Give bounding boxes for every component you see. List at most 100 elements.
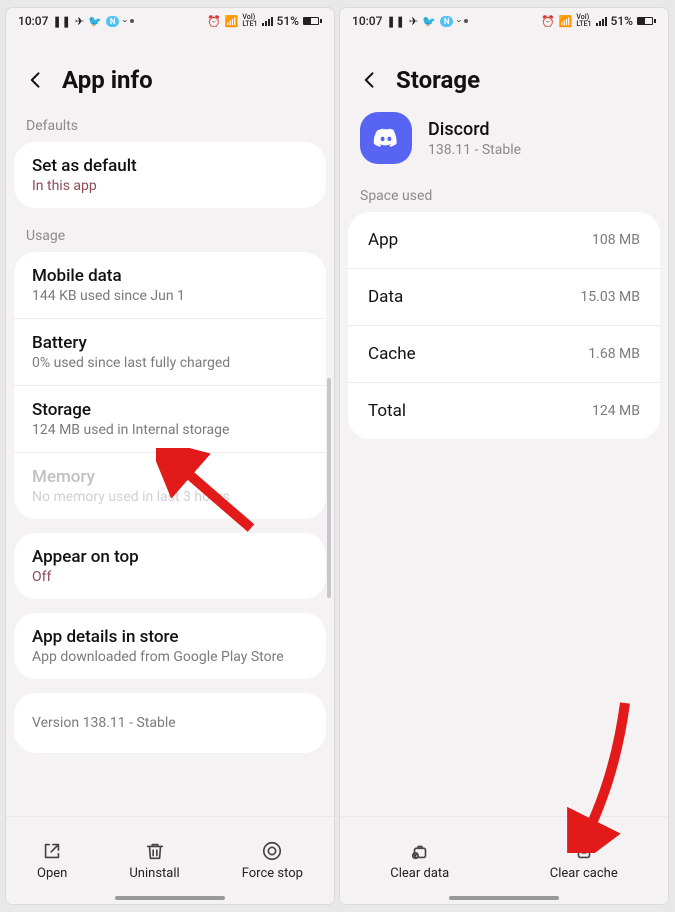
scroll-indicator[interactable] bbox=[327, 378, 331, 598]
appear-on-top-sub: Off bbox=[32, 569, 308, 585]
status-battery-pct: 51% bbox=[611, 14, 633, 28]
twitter-icon: 🐦 bbox=[88, 15, 102, 28]
twitter-icon: 🐦 bbox=[422, 15, 436, 28]
uninstall-label: Uninstall bbox=[129, 866, 179, 881]
app-size-row: App 108 MB bbox=[348, 212, 660, 268]
force-stop-label: Force stop bbox=[242, 866, 303, 881]
status-bar: 10:07 ❚❚ ✈ 🐦 N › ⏰ 📶 VoI)LTE1 51% bbox=[6, 8, 334, 34]
nav-pill[interactable] bbox=[115, 896, 225, 900]
storage-sub: 124 MB used in Internal storage bbox=[32, 422, 308, 438]
storage-screen: 10:07 ❚❚ ✈ 🐦 N › ⏰ 📶 VoI)LTE1 51% Storag… bbox=[340, 8, 668, 904]
cache-size-key: Cache bbox=[368, 344, 416, 364]
alarm-icon: ⏰ bbox=[541, 15, 555, 28]
data-size-key: Data bbox=[368, 287, 403, 307]
app-details-sub: App downloaded from Google Play Store bbox=[32, 649, 308, 665]
cache-size-val: 1.68 MB bbox=[588, 346, 640, 362]
memory-row[interactable]: Memory No memory used in last 3 hours bbox=[14, 452, 326, 519]
open-label: Open bbox=[37, 866, 67, 881]
volte-icon: VoI)LTE1 bbox=[576, 14, 591, 28]
version-card: Version 138.11 - Stable bbox=[14, 693, 326, 753]
battery-row[interactable]: Battery 0% used since last fully charged bbox=[14, 318, 326, 385]
total-size-key: Total bbox=[368, 401, 406, 421]
back-arrow-icon bbox=[26, 70, 46, 90]
wifi-icon: 📶 bbox=[225, 15, 239, 28]
clear-data-icon bbox=[409, 840, 431, 862]
battery-icon bbox=[303, 17, 322, 25]
alarm-icon: ⏰ bbox=[207, 15, 221, 28]
section-usage-label: Usage bbox=[6, 222, 334, 252]
battery-icon bbox=[637, 17, 656, 25]
signal-icon bbox=[262, 17, 273, 26]
more-dot-icon bbox=[130, 19, 134, 23]
clear-data-label: Clear data bbox=[390, 866, 449, 881]
volte-icon: VoI)LTE1 bbox=[242, 14, 257, 28]
battery-sub: 0% used since last fully charged bbox=[32, 355, 308, 371]
storage-title: Storage bbox=[32, 400, 308, 420]
pause-icon: ❚❚ bbox=[52, 15, 70, 28]
status-bar: 10:07 ❚❚ ✈ 🐦 N › ⏰ 📶 VoI)LTE1 51% bbox=[340, 8, 668, 34]
open-icon bbox=[41, 840, 63, 862]
signal-icon bbox=[596, 17, 607, 26]
nav-pill[interactable] bbox=[449, 896, 559, 900]
mobile-data-title: Mobile data bbox=[32, 266, 308, 286]
app-version: 138.11 - Stable bbox=[428, 142, 521, 158]
cache-size-row: Cache 1.68 MB bbox=[348, 325, 660, 382]
memory-title: Memory bbox=[32, 467, 308, 487]
version-text: Version 138.11 - Stable bbox=[32, 715, 176, 731]
data-size-row: Data 15.03 MB bbox=[348, 268, 660, 325]
battery-title: Battery bbox=[32, 333, 308, 353]
clear-cache-icon bbox=[573, 840, 595, 862]
notif-badge-icon: N bbox=[440, 16, 454, 27]
stop-icon bbox=[261, 840, 283, 862]
wifi-icon: 📶 bbox=[559, 15, 573, 28]
mobile-data-row[interactable]: Mobile data 144 KB used since Jun 1 bbox=[14, 252, 326, 318]
status-time: 10:07 bbox=[352, 14, 382, 28]
discord-logo-icon bbox=[371, 123, 401, 153]
more-dot-icon bbox=[464, 19, 468, 23]
appear-on-top-title: Appear on top bbox=[32, 547, 308, 567]
total-size-val: 124 MB bbox=[592, 403, 640, 419]
space-used-card: App 108 MB Data 15.03 MB Cache 1.68 MB T… bbox=[348, 212, 660, 439]
discord-app-icon bbox=[360, 112, 412, 164]
clear-cache-label: Clear cache bbox=[550, 866, 618, 881]
app-details-row[interactable]: App details in store App downloaded from… bbox=[14, 613, 326, 679]
set-as-default-row[interactable]: Set as default In this app bbox=[14, 142, 326, 208]
force-stop-button[interactable]: Force stop bbox=[242, 840, 303, 881]
page-title: App info bbox=[62, 66, 153, 94]
app-details-title: App details in store bbox=[32, 627, 308, 647]
telegram-icon: ✈ bbox=[75, 15, 84, 28]
bottom-bar: Open Uninstall Force stop bbox=[6, 816, 334, 904]
back-arrow-icon bbox=[360, 70, 380, 90]
storage-row[interactable]: Storage 124 MB used in Internal storage bbox=[14, 385, 326, 452]
pause-icon: ❚❚ bbox=[386, 15, 404, 28]
trash-icon bbox=[144, 840, 166, 862]
back-button[interactable] bbox=[24, 68, 48, 92]
mobile-data-sub: 144 KB used since Jun 1 bbox=[32, 288, 308, 304]
data-size-val: 15.03 MB bbox=[580, 289, 640, 305]
open-button[interactable]: Open bbox=[37, 840, 67, 881]
uninstall-button[interactable]: Uninstall bbox=[129, 840, 179, 881]
chevron-icon: › bbox=[454, 20, 464, 23]
app-name: Discord bbox=[428, 119, 521, 140]
clear-cache-button[interactable]: Clear cache bbox=[550, 840, 618, 881]
appinfo-screen: 10:07 ❚❚ ✈ 🐦 N › ⏰ 📶 VoI)LTE1 51% App in… bbox=[6, 8, 334, 904]
app-size-val: 108 MB bbox=[592, 232, 640, 248]
status-time: 10:07 bbox=[18, 14, 48, 28]
chevron-icon: › bbox=[120, 20, 130, 23]
section-space-used-label: Space used bbox=[340, 182, 668, 212]
status-battery-pct: 51% bbox=[277, 14, 299, 28]
notif-badge-icon: N bbox=[106, 16, 120, 27]
back-button[interactable] bbox=[358, 68, 382, 92]
total-size-row: Total 124 MB bbox=[348, 382, 660, 439]
set-as-default-title: Set as default bbox=[32, 156, 308, 176]
bottom-bar: Clear data Clear cache bbox=[340, 816, 668, 904]
section-defaults-label: Defaults bbox=[6, 112, 334, 142]
page-title: Storage bbox=[396, 66, 480, 94]
appear-on-top-row[interactable]: Appear on top Off bbox=[14, 533, 326, 599]
set-as-default-sub: In this app bbox=[32, 178, 308, 194]
clear-data-button[interactable]: Clear data bbox=[390, 840, 449, 881]
memory-sub: No memory used in last 3 hours bbox=[32, 489, 308, 505]
telegram-icon: ✈ bbox=[409, 15, 418, 28]
app-header: Discord 138.11 - Stable bbox=[340, 112, 668, 182]
app-size-key: App bbox=[368, 230, 398, 250]
